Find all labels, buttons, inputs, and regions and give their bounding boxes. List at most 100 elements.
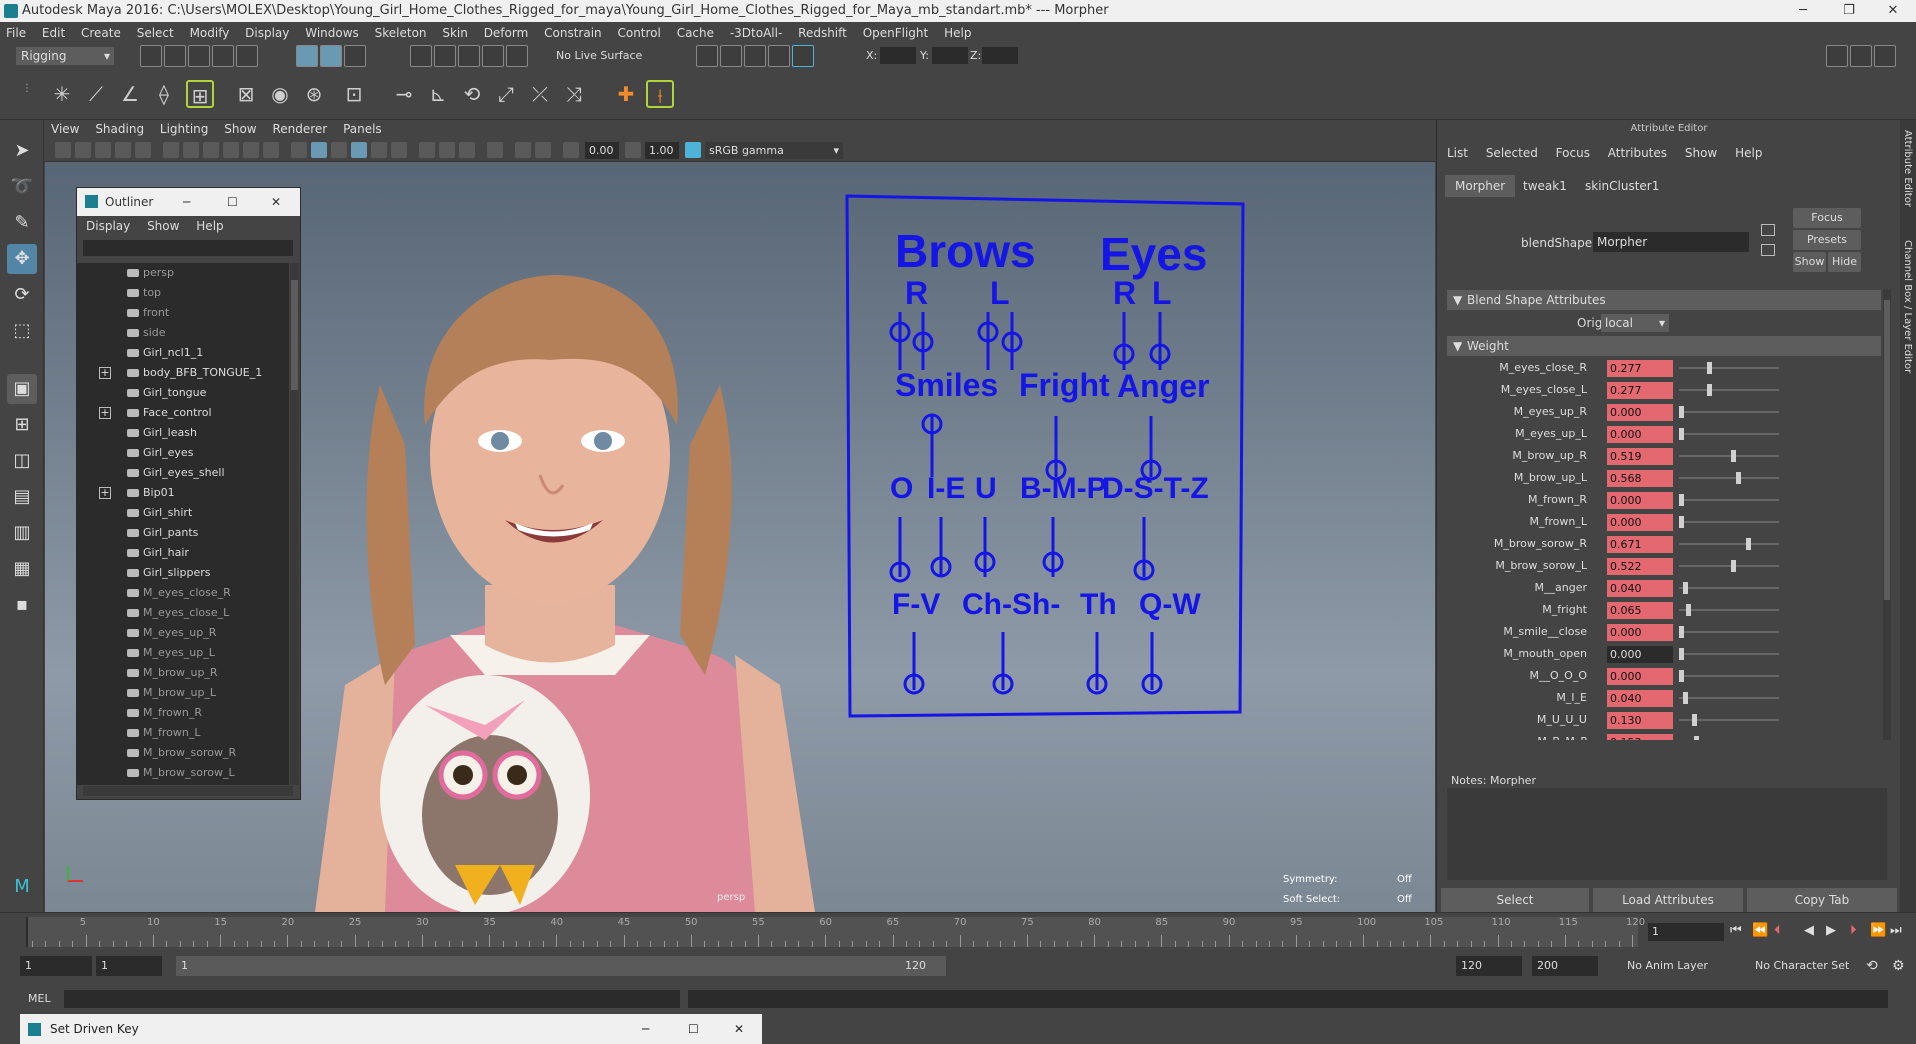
- outliner-menu-display[interactable]: Display: [86, 219, 130, 233]
- ik-handle-icon[interactable]: ⟋: [82, 80, 110, 108]
- weight-slider-knob[interactable]: [1683, 582, 1688, 594]
- menu-skeleton[interactable]: Skeleton: [375, 26, 427, 40]
- locator-icon[interactable]: ✚: [612, 80, 640, 108]
- preferences-icon[interactable]: ⚙: [1892, 958, 1905, 974]
- weight-slider-knob[interactable]: [1706, 384, 1712, 396]
- viewport-menu-renderer[interactable]: Renderer: [272, 122, 327, 136]
- motion-blur-icon[interactable]: [439, 142, 455, 158]
- snap-surface-icon[interactable]: [506, 45, 528, 67]
- weight-value-field[interactable]: 0.671: [1607, 536, 1673, 553]
- paint-weights-icon[interactable]: ◉: [266, 80, 294, 108]
- weight-value-field[interactable]: 0.130: [1607, 712, 1673, 729]
- menu-help[interactable]: Help: [944, 26, 971, 40]
- menu-file[interactable]: File: [6, 26, 26, 40]
- lattice-icon[interactable]: ⊛: [300, 80, 328, 108]
- snap-grid-icon[interactable]: [410, 45, 432, 67]
- outliner-item[interactable]: + Face_control: [77, 403, 289, 423]
- menuset-dropdown[interactable]: Rigging ▾: [16, 47, 114, 65]
- menu-modify[interactable]: Modify: [190, 26, 230, 40]
- weight-slider-track[interactable]: [1679, 675, 1779, 677]
- notes-textarea[interactable]: [1447, 788, 1887, 880]
- weight-slider-knob[interactable]: [1683, 692, 1688, 704]
- weight-slider-track[interactable]: [1679, 411, 1779, 413]
- character-set-dropdown[interactable]: No Character Set: [1750, 956, 1872, 976]
- weight-slider-knob[interactable]: [1731, 560, 1737, 572]
- animation-start-field[interactable]: 1: [20, 956, 92, 976]
- grid-icon[interactable]: [163, 142, 179, 158]
- menu-redshift[interactable]: Redshift: [798, 26, 847, 40]
- outliner-item[interactable]: side: [77, 323, 289, 343]
- weight-value-field[interactable]: 0.000: [1607, 646, 1673, 663]
- snap-point-icon[interactable]: [458, 45, 480, 67]
- outliner-item[interactable]: Girl_hair: [77, 543, 289, 563]
- ae-scroll-thumb[interactable]: [1884, 300, 1890, 600]
- outliner-item[interactable]: Girl_pants: [77, 523, 289, 543]
- weight-slider-knob[interactable]: [1679, 428, 1684, 440]
- outliner-item[interactable]: M_eyes_close_L: [77, 603, 289, 623]
- textured-icon[interactable]: [351, 142, 367, 158]
- set-driven-key-window[interactable]: Set Driven Key ─ ☐ ✕: [20, 1014, 762, 1044]
- layout-options-icon[interactable]: ▪: [7, 590, 37, 620]
- outliner-item[interactable]: persp: [77, 263, 289, 283]
- timeline-ruler[interactable]: 5 10 15 20 25 30 35 40 45 50 55 60 65 70 75 80 85 90 95 100…: [28, 917, 1645, 947]
- menu-skin[interactable]: Skin: [442, 26, 468, 40]
- rotate-tool-icon[interactable]: ⟳: [7, 280, 37, 310]
- playback-start-field[interactable]: 1: [96, 956, 162, 976]
- weight-slider-track[interactable]: [1679, 697, 1779, 699]
- outliner-item[interactable]: Girl_eyes: [77, 443, 289, 463]
- weight-value-field[interactable]: 0.065: [1607, 602, 1673, 619]
- weight-value-field[interactable]: 0.000: [1607, 624, 1673, 641]
- orient-constraint-icon[interactable]: ⟲: [458, 80, 486, 108]
- image-plane-icon[interactable]: [115, 142, 131, 158]
- outliner-item[interactable]: M_frown_R: [77, 703, 289, 723]
- ipr-render-icon[interactable]: [744, 45, 766, 67]
- character-model[interactable]: [285, 205, 845, 912]
- set-driven-key-icon[interactable]: ⟊: [646, 80, 674, 108]
- outliner-item[interactable]: M_brow_sorow_R: [77, 743, 289, 763]
- outliner-item[interactable]: front: [77, 303, 289, 323]
- single-view-icon[interactable]: ▣: [7, 374, 37, 404]
- outliner-item[interactable]: + Bip01: [77, 483, 289, 503]
- paint-select-icon[interactable]: ✎: [7, 208, 37, 238]
- outliner-item[interactable]: M_eyes_close_R: [77, 583, 289, 603]
- resolution-gate-icon[interactable]: [203, 142, 219, 158]
- go-to-input-icon[interactable]: [1761, 224, 1775, 236]
- weight-slider-knob[interactable]: [1679, 648, 1684, 660]
- side-by-side-icon[interactable]: ◫: [7, 446, 37, 476]
- joint-tool-icon[interactable]: ✳: [48, 80, 76, 108]
- close-button[interactable]: ✕: [1870, 0, 1916, 22]
- snap-curve-icon[interactable]: [434, 45, 456, 67]
- weight-value-field[interactable]: 0.040: [1607, 580, 1673, 597]
- outliner-item[interactable]: Girl_eyes_shell: [77, 463, 289, 483]
- weight-slider-knob[interactable]: [1685, 604, 1691, 616]
- hypershade-icon[interactable]: [792, 45, 814, 67]
- camera-select-icon[interactable]: [55, 142, 71, 158]
- weight-slider-knob[interactable]: [1706, 362, 1712, 374]
- shelf-options-icon[interactable]: ⋮: [22, 84, 32, 104]
- z-field[interactable]: [982, 47, 1018, 64]
- range-slider[interactable]: 1 120: [176, 956, 946, 976]
- select-button[interactable]: Select: [1441, 888, 1589, 912]
- anti-aliasing-icon[interactable]: [459, 142, 475, 158]
- outliner-item[interactable]: Girl_shirt: [77, 503, 289, 523]
- two-d-pan-icon[interactable]: [135, 142, 151, 158]
- weight-slider-track[interactable]: [1679, 587, 1779, 589]
- weight-slider-track[interactable]: [1679, 389, 1779, 391]
- gamma-field[interactable]: 1.00: [645, 142, 679, 159]
- outliner-item[interactable]: + body_BFB_TONGUE_1: [77, 363, 289, 383]
- weight-value-field[interactable]: 0.000: [1607, 426, 1673, 443]
- mel-label[interactable]: MEL: [28, 992, 51, 1005]
- outliner-close-button[interactable]: ✕: [271, 188, 281, 216]
- presets-button[interactable]: Presets: [1793, 230, 1861, 250]
- tab-skincluster1[interactable]: skinCluster1: [1575, 175, 1669, 197]
- menu-constrain[interactable]: Constrain: [544, 26, 602, 40]
- outliner-item[interactable]: Girl_leash: [77, 423, 289, 443]
- menu-openflight[interactable]: OpenFlight: [863, 26, 929, 40]
- step-back-frame-icon[interactable]: ⏴: [1774, 923, 1781, 938]
- anim-layer-dropdown[interactable]: No Anim Layer: [1622, 956, 1744, 976]
- maximize-button[interactable]: ❐: [1826, 0, 1872, 22]
- weight-slider-track[interactable]: [1679, 653, 1779, 655]
- go-to-start-icon[interactable]: ⏮: [1730, 923, 1742, 938]
- weight-value-field[interactable]: 0.040: [1607, 690, 1673, 707]
- animation-end-field[interactable]: 200: [1532, 956, 1598, 976]
